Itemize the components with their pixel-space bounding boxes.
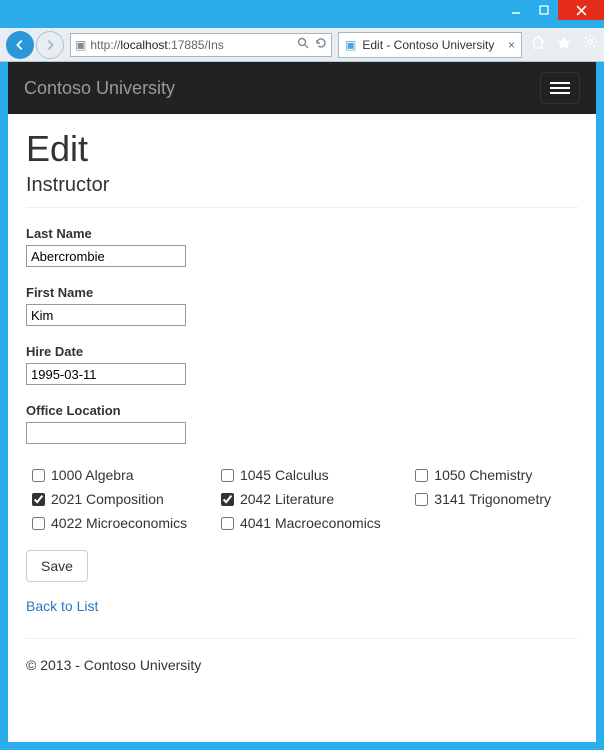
course-label: 1050 Chemistry <box>434 467 532 483</box>
nav-back-button[interactable] <box>6 31 34 59</box>
office-location-input[interactable] <box>26 422 186 444</box>
first-name-label: First Name <box>26 285 578 300</box>
course-checkbox-2021[interactable] <box>32 493 45 506</box>
footer-text: © 2013 - Contoso University <box>26 657 578 673</box>
search-icon[interactable] <box>297 37 309 52</box>
course-label: 2042 Literature <box>240 491 334 507</box>
course-label: 3141 Trigonometry <box>434 491 551 507</box>
favorites-icon[interactable] <box>556 34 572 55</box>
window-maximize-button[interactable] <box>530 0 558 20</box>
course-label: 4022 Microeconomics <box>51 515 187 531</box>
window-minimize-button[interactable] <box>502 0 530 20</box>
course-checkbox-4041[interactable] <box>221 517 234 530</box>
tab-title: Edit - Contoso University <box>362 38 494 52</box>
refresh-icon[interactable] <box>315 37 327 52</box>
course-checkbox-2042[interactable] <box>221 493 234 506</box>
first-name-input[interactable] <box>26 304 186 326</box>
course-table: 1000 Algebra 1045 Calculus 1050 Chemistr… <box>26 462 578 536</box>
course-checkbox-1050[interactable] <box>415 469 428 482</box>
footer-divider <box>26 638 578 639</box>
url-rest: :17885/Ins <box>168 38 224 52</box>
course-label: 1000 Algebra <box>51 467 134 483</box>
url-prefix: http:// <box>90 38 120 52</box>
last-name-label: Last Name <box>26 226 578 241</box>
course-checkbox-1000[interactable] <box>32 469 45 482</box>
page-viewport: Contoso University Edit Instructor Last … <box>8 62 596 742</box>
course-label: 4041 Macroeconomics <box>240 515 381 531</box>
window-titlebar <box>0 0 604 28</box>
back-to-list-link[interactable]: Back to List <box>26 598 98 614</box>
nav-toggle-button[interactable] <box>540 72 580 104</box>
page-content: Edit Instructor Last Name First Name Hir… <box>8 114 596 687</box>
page-subtitle: Instructor <box>26 174 578 197</box>
ie-icon: ▣ <box>345 38 356 52</box>
tab-close-icon[interactable]: × <box>508 38 515 52</box>
office-location-label: Office Location <box>26 403 578 418</box>
nav-forward-button[interactable] <box>36 31 64 59</box>
page-icon: ▣ <box>75 38 86 52</box>
hire-date-input[interactable] <box>26 363 186 385</box>
course-checkbox-3141[interactable] <box>415 493 428 506</box>
browser-tab[interactable]: ▣ Edit - Contoso University × <box>338 32 522 58</box>
url-input[interactable]: ▣ http://localhost:17885/Ins <box>70 33 332 57</box>
home-icon[interactable] <box>530 34 546 55</box>
divider <box>26 207 578 208</box>
brand-label[interactable]: Contoso University <box>24 78 175 99</box>
url-host: localhost <box>120 38 167 52</box>
gear-icon[interactable] <box>582 34 598 55</box>
hire-date-label: Hire Date <box>26 344 578 359</box>
course-checkbox-1045[interactable] <box>221 469 234 482</box>
browser-toolbar: ▣ http://localhost:17885/Ins ▣ Edit - Co… <box>0 28 604 62</box>
page-title: Edit <box>26 128 578 170</box>
course-checkbox-4022[interactable] <box>32 517 45 530</box>
last-name-input[interactable] <box>26 245 186 267</box>
course-label: 1045 Calculus <box>240 467 329 483</box>
app-navbar: Contoso University <box>8 62 596 114</box>
save-button[interactable]: Save <box>26 550 88 582</box>
window-close-button[interactable] <box>558 0 604 20</box>
course-label: 2021 Composition <box>51 491 164 507</box>
